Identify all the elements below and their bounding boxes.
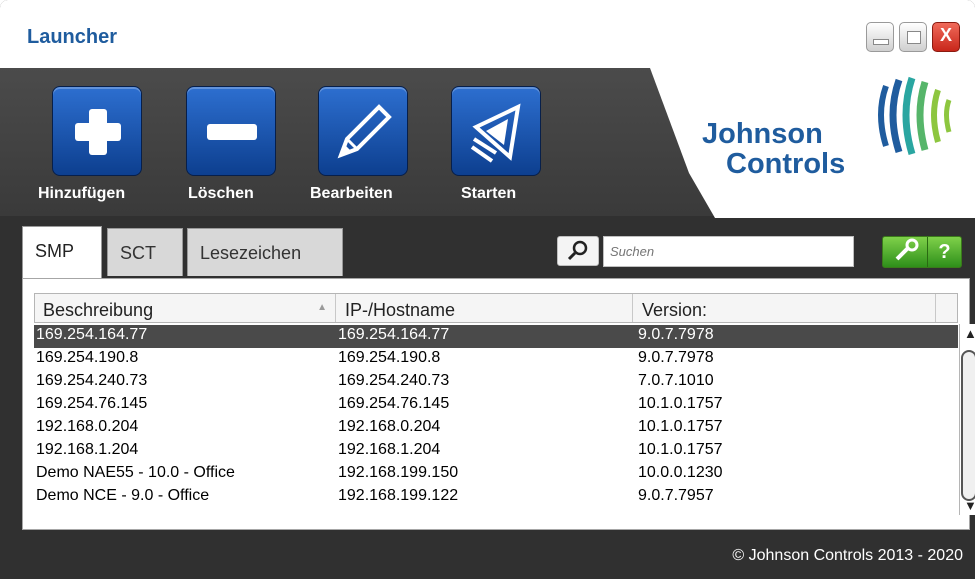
- cell-version: 10.1.0.1757: [638, 441, 723, 458]
- table-header: Beschreibung ▲ IP-/Hostname Version:: [34, 293, 958, 323]
- start-tile: [451, 86, 541, 176]
- search-button[interactable]: [557, 236, 599, 266]
- tab-lesezeichen[interactable]: Lesezeichen: [187, 228, 343, 276]
- cell-version: 7.0.7.1010: [638, 372, 714, 389]
- brand-name-line2: Controls: [726, 148, 846, 180]
- help-icon: ?: [938, 241, 951, 263]
- close-icon: X: [939, 25, 952, 45]
- cell-version: 9.0.7.7957: [638, 487, 714, 504]
- tab-sct[interactable]: SCT: [107, 228, 183, 276]
- launch-icon: [470, 103, 521, 163]
- cell-version: 10.0.0.1230: [638, 464, 723, 481]
- johnson-controls-logo-icon: [878, 76, 952, 156]
- delete-tile: [186, 86, 276, 176]
- add-tile: [52, 86, 142, 176]
- start-button-label: Starten: [461, 185, 517, 202]
- plus-icon: [75, 109, 121, 155]
- cell-version: 9.0.7.7978: [638, 326, 714, 343]
- minus-icon: [207, 124, 257, 140]
- cell-version: 9.0.7.7978: [638, 349, 714, 366]
- cell-host: 169.254.240.73: [338, 372, 450, 389]
- tab-smp[interactable]: SMP: [22, 226, 102, 278]
- table-row[interactable]: 169.254.240.73 169.254.240.73 7.0.7.1010: [34, 371, 958, 394]
- scroll-down-icon[interactable]: ▼: [964, 498, 975, 513]
- column-header-host[interactable]: IP-/Hostname: [337, 294, 633, 322]
- table-row[interactable]: 169.254.164.77 169.254.164.77 9.0.7.7978: [34, 325, 958, 348]
- column-header-description[interactable]: Beschreibung ▲: [35, 294, 336, 322]
- table-row[interactable]: 169.254.76.145 169.254.76.145 10.1.0.1757: [34, 394, 958, 417]
- table-row[interactable]: 192.168.0.204 192.168.0.204 10.1.0.1757: [34, 417, 958, 440]
- vertical-scrollbar[interactable]: ▲ ▼: [959, 324, 975, 515]
- settings-help-buttons[interactable]: ?: [882, 236, 962, 268]
- sort-ascending-icon: ▲: [317, 302, 327, 313]
- maximize-button[interactable]: [899, 22, 927, 52]
- cell-description: 192.168.0.204: [36, 418, 139, 435]
- scroll-up-icon[interactable]: ▲: [964, 326, 975, 341]
- start-button[interactable]: Starten: [451, 86, 541, 202]
- cell-description: Demo NCE - 9.0 - Office: [36, 487, 210, 504]
- tab-lesezeichen-label: Lesezeichen: [200, 243, 302, 263]
- help-button[interactable]: ?: [928, 237, 961, 267]
- cell-version: 10.1.0.1757: [638, 418, 723, 435]
- delete-button[interactable]: Löschen: [186, 86, 276, 202]
- cell-description: 169.254.164.77: [36, 326, 148, 343]
- cell-description: 169.254.240.73: [36, 372, 148, 389]
- delete-button-label: Löschen: [188, 185, 254, 202]
- search-input[interactable]: [603, 236, 854, 267]
- search-icon: [567, 240, 588, 261]
- add-button[interactable]: Hinzufügen: [38, 86, 142, 202]
- wrench-icon: [895, 238, 919, 261]
- cell-host: 192.168.199.150: [338, 464, 459, 481]
- cell-host: 169.254.164.77: [338, 326, 450, 343]
- pencil-icon: [337, 104, 392, 159]
- window-title: Launcher: [27, 26, 118, 48]
- launcher-window: Launcher X Johnson Controls Hinzufügen L…: [0, 0, 975, 579]
- tab-sct-label: SCT: [120, 243, 156, 263]
- tab-smp-label: SMP: [35, 241, 75, 261]
- table-row[interactable]: Demo NCE - 9.0 - Office 192.168.199.122 9.…: [34, 486, 958, 509]
- title-bar[interactable]: Launcher X: [0, 0, 975, 68]
- edit-button[interactable]: Bearbeiten: [310, 86, 408, 202]
- cell-description: 192.168.1.204: [36, 441, 139, 458]
- cell-host: 192.168.1.204: [338, 441, 441, 458]
- results-panel: Beschreibung ▲ IP-/Hostname Version: 169…: [22, 278, 975, 530]
- settings-button[interactable]: [883, 237, 928, 267]
- edit-button-label: Bearbeiten: [310, 185, 393, 202]
- cell-host: 192.168.199.122: [338, 487, 459, 504]
- cell-description: Demo NAE55 - 10.0 - Office: [36, 464, 235, 481]
- close-button[interactable]: X: [932, 22, 960, 52]
- minimize-icon: [873, 39, 889, 45]
- cell-host: 192.168.0.204: [338, 418, 441, 435]
- scroll-thumb[interactable]: [961, 350, 975, 501]
- table-row[interactable]: 192.168.1.204 192.168.1.204 10.1.0.1757: [34, 440, 958, 463]
- cell-description: 169.254.76.145: [36, 395, 148, 412]
- add-button-label: Hinzufügen: [38, 185, 126, 202]
- maximize-icon: [907, 31, 921, 44]
- edit-tile: [318, 86, 408, 176]
- minimize-button[interactable]: [866, 22, 894, 52]
- cell-host: 169.254.76.145: [338, 395, 450, 412]
- brand-name-line1: Johnson: [702, 118, 823, 150]
- table-row[interactable]: Demo NAE55 - 10.0 - Office 192.168.199.15…: [34, 463, 958, 486]
- column-header-version[interactable]: Version:: [634, 294, 936, 322]
- copyright-text: © Johnson Controls 2013 - 2020: [732, 547, 963, 564]
- cell-description: 169.254.190.8: [36, 349, 139, 366]
- cell-host: 169.254.190.8: [338, 349, 441, 366]
- table-row[interactable]: 169.254.190.8 169.254.190.8 9.0.7.7978: [34, 348, 958, 371]
- cell-version: 10.1.0.1757: [638, 395, 723, 412]
